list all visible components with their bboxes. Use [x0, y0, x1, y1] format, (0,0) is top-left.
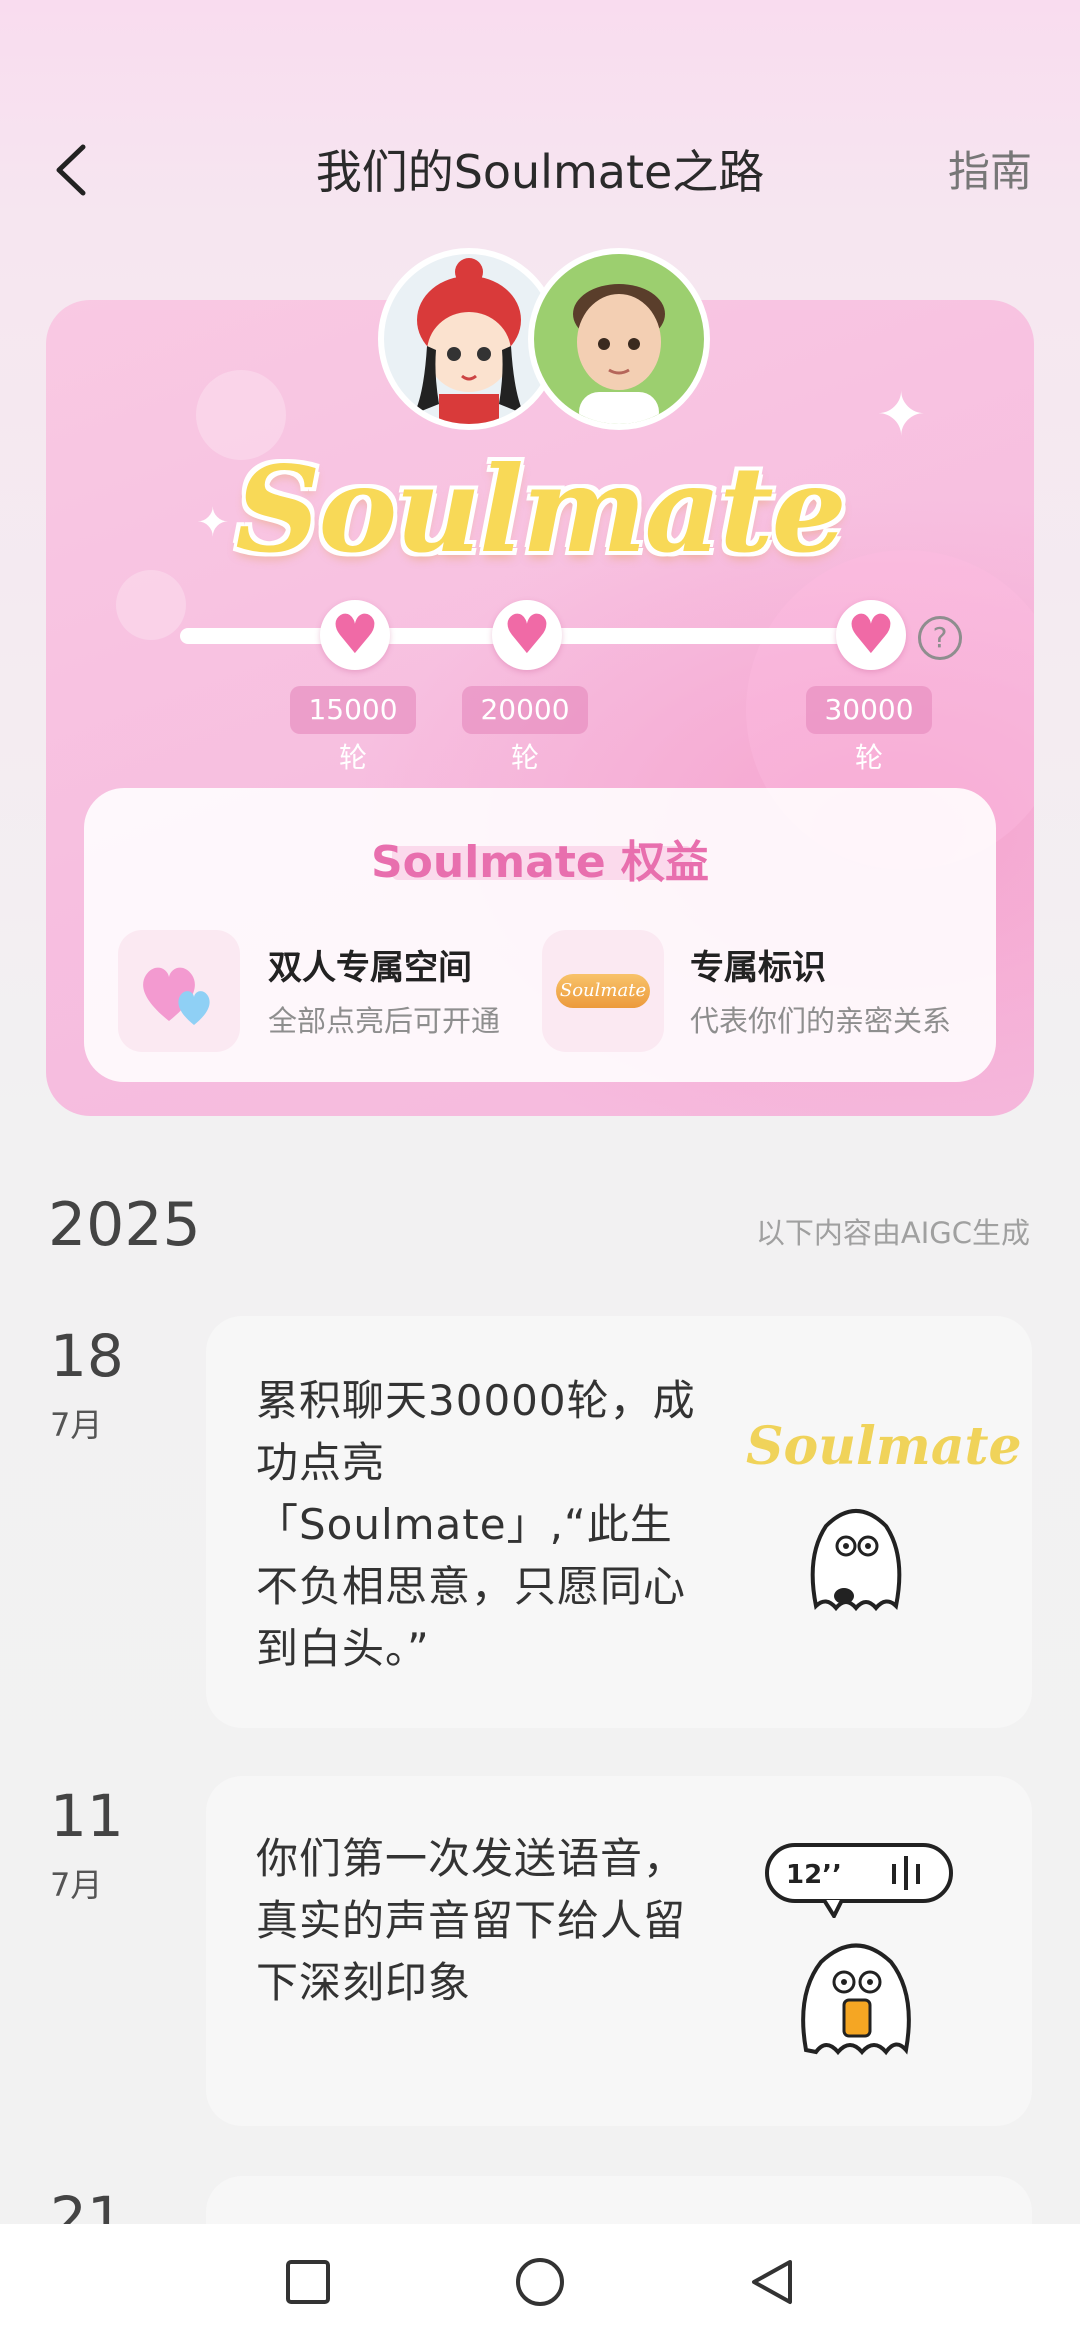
- guide-link[interactable]: 指南: [948, 138, 1032, 199]
- home-button[interactable]: [480, 2224, 600, 2340]
- heart-icon: ♥: [330, 603, 380, 666]
- milestone-20000[interactable]: ♥: [492, 600, 562, 670]
- timeline-card[interactable]: 累积聊天30000轮，成功点亮「Soulmate」,“此生不负相思意，只愿同心到…: [206, 1316, 1032, 1728]
- soulmate-logo: Soulmate: [235, 440, 846, 579]
- heart-icon: ♥: [502, 603, 552, 666]
- double-heart-icon: [118, 930, 240, 1052]
- entry-text: 你们第一次发送语音，真实的声音留下给人留下深刻印象: [256, 1834, 687, 2007]
- soulmate-text-logo: Soulmate: [746, 1416, 1022, 1477]
- milestone-label: 30000轮: [806, 686, 932, 774]
- benefit-desc: 代表你们的亲密关系: [690, 1004, 952, 1038]
- avatar-male[interactable]: [528, 248, 710, 430]
- entry-month: 7月: [50, 1406, 103, 1444]
- entry-day: 18: [50, 1322, 124, 1390]
- voice-duration: 12’’: [786, 1860, 842, 1890]
- home-circle-icon: [516, 2258, 564, 2306]
- ghost-with-mic-icon: [810, 1509, 902, 1612]
- heart-icon: ♥: [846, 603, 896, 666]
- recents-button[interactable]: [248, 2224, 368, 2340]
- benefit-name: 专属标识: [690, 948, 826, 988]
- page-title: 我们的Soulmate之路: [315, 145, 765, 199]
- help-icon[interactable]: ?: [918, 616, 962, 660]
- milestone-30000[interactable]: ♥: [836, 600, 906, 670]
- milestone-label: 20000轮: [462, 686, 588, 774]
- decorative-heart-icon: [116, 570, 186, 640]
- entry-day: 11: [50, 1782, 124, 1850]
- back-triangle-icon: [752, 2260, 792, 2304]
- milestone-15000[interactable]: ♥: [320, 600, 390, 670]
- timeline-year: 2025: [48, 1190, 201, 1260]
- entry-month: 7月: [50, 1866, 103, 1904]
- back-nav-button[interactable]: [712, 2224, 832, 2340]
- recents-square-icon: [286, 2260, 330, 2304]
- benefit-desc: 全部点亮后可开通: [268, 1004, 501, 1038]
- aigc-notice: 以下内容由AIGC生成: [755, 1216, 1030, 1250]
- timeline-card[interactable]: 你们第一次发送语音，真实的声音留下给人留下深刻印象 12’’: [206, 1776, 1032, 2126]
- entry-text: 累积聊天30000轮，成功点亮「Soulmate」,“此生不负相思意，只愿同心到…: [256, 1376, 696, 1673]
- benefits-title: Soulmate 权益: [370, 837, 710, 888]
- ghost-with-phone-icon: [801, 1943, 911, 2056]
- couple-avatars[interactable]: [378, 248, 710, 430]
- milestone-label: 15000轮: [290, 686, 416, 774]
- benefit-name: 双人专属空间: [268, 948, 472, 988]
- system-navbar: [0, 2224, 1080, 2340]
- soulmate-badge-icon: Soulmate: [542, 930, 664, 1052]
